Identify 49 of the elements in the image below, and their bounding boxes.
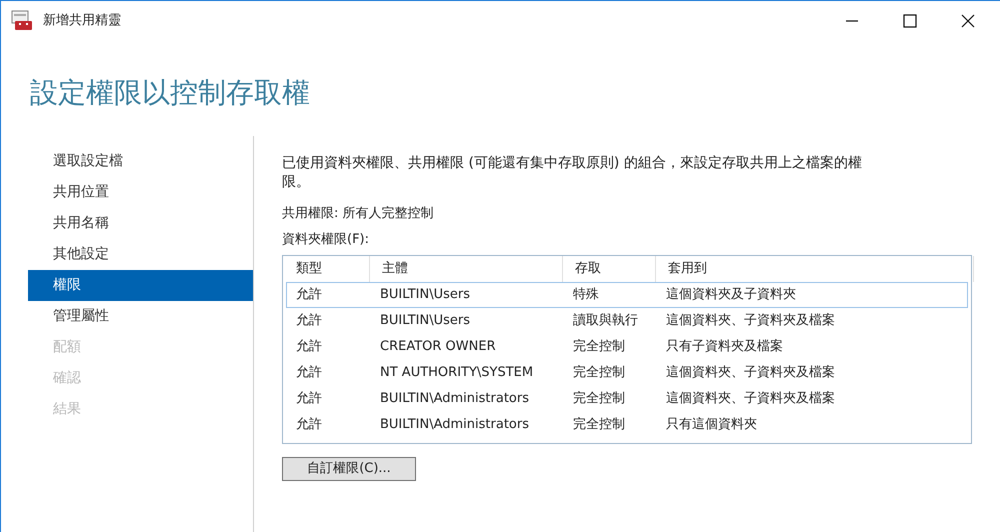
table-cell-text: BUILTIN\Users — [379, 286, 472, 304]
sidebar-item[interactable]: 管理屬性 — [28, 301, 253, 332]
custom-permissions-button[interactable]: 自訂權限(C)... — [282, 457, 416, 481]
column-header[interactable]: 類型 — [284, 256, 370, 282]
table-cell-text: 讀取與執行 — [572, 312, 639, 330]
table-row[interactable]: 允許 CREATOR OWNER 完全控制 只有子資料夾及檔案 — [286, 334, 968, 360]
sidebar-item[interactable]: 選取設定檔 — [28, 146, 253, 177]
table-cell-text: 只有這個資料夾 — [665, 416, 758, 434]
table-cell-text: 允許 — [295, 416, 323, 434]
table-cell-text: 允許 — [295, 390, 323, 408]
table-cell-text: BUILTIN\Users — [379, 312, 472, 330]
table-cell-text: 這個資料夾、子資料夾及檔案 — [665, 364, 836, 382]
table-cell-text: 這個資料夾及子資料夾 — [665, 286, 797, 304]
toolbox-icon — [11, 10, 33, 32]
table-cell-text: 這個資料夾、子資料夾及檔案 — [665, 312, 836, 330]
table-row[interactable]: 允許 BUILTIN\Administrators 完全控制 這個資料夾、子資料夾及檔案 — [286, 386, 968, 412]
table-cell-text: 允許 — [295, 338, 323, 356]
share-permissions-text: 共用權限: 所有人完整控制 — [282, 205, 435, 223]
column-header[interactable]: 存取 — [563, 256, 656, 282]
table-cell-text: BUILTIN\Administrators — [379, 416, 530, 434]
table-cell-text: 允許 — [295, 312, 323, 330]
sidebar-item[interactable]: 共用位置 — [28, 177, 253, 208]
column-header[interactable]: 主體 — [370, 256, 563, 282]
table-row[interactable]: 允許 BUILTIN\Users 特殊 這個資料夾及子資料夾 — [286, 282, 968, 308]
table-cell-text: 完全控制 — [572, 416, 626, 434]
sidebar-item[interactable]: 權限 — [28, 270, 253, 301]
table-cell-text: 完全控制 — [572, 364, 626, 382]
table-row[interactable]: 允許 NT AUTHORITY\SYSTEM 完全控制 這個資料夾、子資料夾及檔案 — [286, 360, 968, 386]
page-heading: 設定權限以控制存取權 — [30, 74, 310, 110]
window-title: 新增共用精靈 — [43, 12, 121, 30]
table-cell-text: 完全控制 — [572, 390, 626, 408]
table-cell-text: NT AUTHORITY\SYSTEM — [379, 364, 534, 382]
table-cell-text: 完全控制 — [572, 338, 626, 356]
table-cell-text: CREATOR OWNER — [379, 338, 497, 356]
table-row[interactable]: 允許 BUILTIN\Users 讀取與執行 這個資料夾、子資料夾及檔案 — [286, 308, 968, 334]
maximize-icon[interactable] — [903, 14, 917, 28]
folder-permissions-label: 資料夾權限(F): — [282, 230, 370, 248]
table-cell-text: 允許 — [295, 364, 323, 382]
table-cell-text: 允許 — [295, 286, 323, 304]
table-cell-text: 特殊 — [572, 286, 600, 304]
sidebar-item[interactable]: 共用名稱 — [28, 208, 253, 239]
table-row[interactable]: 允許 BUILTIN\Administrators 完全控制 只有這個資料夾 — [286, 412, 968, 438]
table-cell-text: 只有子資料夾及檔案 — [665, 338, 784, 356]
column-header[interactable]: 套用到 — [656, 256, 974, 282]
table-cell-text: 這個資料夾、子資料夾及檔案 — [665, 390, 836, 408]
close-icon[interactable] — [961, 14, 975, 28]
description-text: 已使用資料夾權限、共用權限 (可能還有集中存取原則) 的組合，來設定存取共用上之檔案的權限。 — [282, 154, 863, 192]
table-cell-text: BUILTIN\Administrators — [379, 390, 530, 408]
sidebar-item[interactable]: 其他設定 — [28, 239, 253, 270]
